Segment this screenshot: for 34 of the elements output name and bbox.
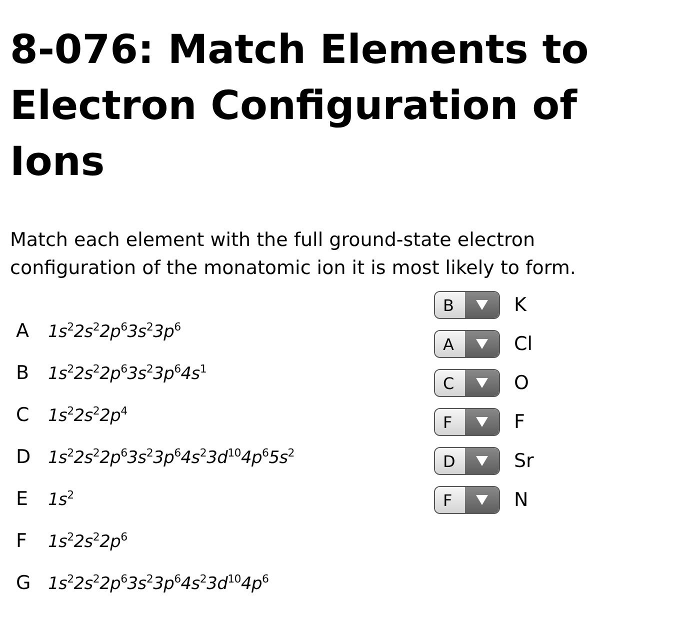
caret-icon (476, 417, 488, 427)
page-title: 8-076: Match Elements to Electron Configuration of Ions (10, 26, 590, 187)
electron-configuration: 1s$^{2}$2s$^{2}$2p$^{6}$3s$^{2}$3p$^{6}$4s$^{2}$3d$^{10}$4p$^{6}$5s$^{2}$ (48, 445, 294, 470)
caret-icon (476, 456, 488, 466)
element-symbol: F (514, 411, 525, 433)
electron-configuration: 1s$^{2}$2s$^{2}$2p$^{4}$ (48, 403, 128, 428)
option-letter: E (15, 487, 30, 512)
instructions-text: Match each element with the full ground-state electron configuration of the monatomic ion it is most likely to form. (10, 228, 577, 281)
option-letter: F (15, 529, 28, 554)
element-symbol: O (514, 372, 529, 394)
electron-configuration: 1s$^{2}$2s$^{2}$2p$^{6}$3s$^{2}$3p$^{6}$4s$^{2}$3d$^{10}$4p$^{6}$ (48, 571, 269, 596)
electron-configuration: 1s$^{2}$2s$^{2}$2p$^{6}$3s$^{2}$3p$^{6}$4s$^{1}$ (48, 361, 207, 386)
element-symbol: N (514, 489, 528, 511)
electron-configuration: 1s$^{2}$2s$^{2}$2p$^{6}$ (48, 529, 128, 554)
answer-dropdown[interactable]: A (434, 330, 500, 358)
element-symbol: K (514, 294, 526, 316)
answer-dropdown[interactable]: F (434, 408, 500, 436)
caret-icon (476, 378, 488, 388)
caret-icon (476, 495, 488, 505)
electron-configuration: 1s$^{2}$2s$^{2}$2p$^{6}$3s$^{2}$3p$^{6}$ (48, 319, 181, 344)
caret-icon (476, 300, 488, 310)
option-letter: G (15, 571, 32, 596)
answer-dropdown[interactable]: B (434, 291, 500, 319)
option-letter: C (15, 403, 30, 428)
caret-icon (476, 339, 488, 349)
answer-dropdown[interactable]: F (434, 486, 500, 514)
electron-configuration: 1s$^{2}$ (48, 487, 74, 512)
element-symbol: Sr (514, 450, 534, 472)
option-letter: A (15, 319, 30, 344)
option-letter: D (15, 445, 32, 470)
element-symbol: Cl (514, 333, 533, 355)
answer-dropdown[interactable]: D (434, 447, 500, 475)
option-letter: B (15, 361, 30, 386)
answer-dropdown[interactable]: C (434, 369, 500, 397)
